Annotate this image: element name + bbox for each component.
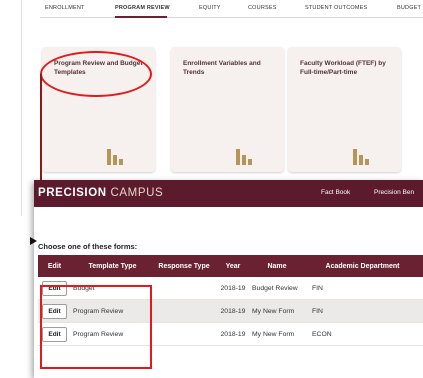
nav-link-precision-benchmark[interactable]: Precision Ben bbox=[374, 189, 414, 196]
cell-year: 2018-19 bbox=[220, 284, 246, 292]
card-enrollment-variables[interactable]: Enrollment Variables and Trends bbox=[171, 47, 284, 172]
cell-department: FIN bbox=[312, 307, 323, 315]
cell-name: Budget Review bbox=[252, 284, 298, 292]
cell-name: My New Form bbox=[252, 307, 295, 315]
column-header-edit: Edit bbox=[47, 262, 62, 270]
bar-chart-icon bbox=[353, 147, 371, 165]
nav-link-fact-book[interactable]: Fact Book bbox=[321, 189, 350, 196]
callout-arrow-icon bbox=[30, 237, 37, 245]
cell-department: ECON bbox=[312, 330, 332, 338]
card-title: Enrollment Variables and Trends bbox=[183, 60, 261, 76]
tab-courses[interactable]: COURSES bbox=[248, 5, 277, 11]
dashboard-left-sidebar bbox=[0, 0, 22, 216]
app-header: PRECISION CAMPUS Fact Book Precision Ben bbox=[34, 180, 423, 207]
column-header-response-type[interactable]: Response Type bbox=[154, 263, 214, 270]
card-title: Faculty Workload (FTEF) by Full-time/Par… bbox=[300, 60, 386, 76]
column-header-template-type[interactable]: Template Type bbox=[71, 263, 154, 270]
forms-prompt: Choose one of these forms: bbox=[38, 242, 138, 251]
column-header-name[interactable]: Name bbox=[252, 263, 302, 270]
bar-chart-icon bbox=[236, 147, 254, 165]
callout-ellipse bbox=[40, 51, 152, 97]
table-header-row: Edit Template Type Response Type Year Na… bbox=[38, 255, 423, 277]
cell-year: 2018-19 bbox=[220, 330, 246, 338]
cell-department: FIN bbox=[312, 284, 323, 292]
column-header-academic-department[interactable]: Academic Department bbox=[302, 263, 423, 270]
active-tab-indicator bbox=[115, 16, 167, 18]
column-header-year[interactable]: Year bbox=[214, 263, 252, 270]
precision-campus-logo[interactable]: PRECISION CAMPUS bbox=[38, 187, 163, 199]
tab-program-review[interactable]: PROGRAM REVIEW bbox=[115, 5, 170, 11]
tab-equity[interactable]: EQUITY bbox=[199, 5, 221, 11]
tab-budget[interactable]: BUDGET bbox=[397, 5, 421, 11]
dashboard-tab-bar: ENROLLMENT PROGRAM REVIEW EQUITY COURSES… bbox=[40, 0, 423, 18]
cell-name: My New Form bbox=[252, 330, 295, 338]
tab-student-outcomes[interactable]: STUDENT OUTCOMES bbox=[305, 5, 367, 11]
cell-year: 2018-19 bbox=[220, 307, 246, 315]
edit-buttons-highlight-box bbox=[40, 285, 152, 369]
tab-enrollment[interactable]: ENROLLMENT bbox=[45, 5, 85, 11]
card-faculty-workload[interactable]: Faculty Workload (FTEF) by Full-time/Par… bbox=[288, 47, 401, 172]
bar-chart-icon bbox=[107, 147, 125, 165]
